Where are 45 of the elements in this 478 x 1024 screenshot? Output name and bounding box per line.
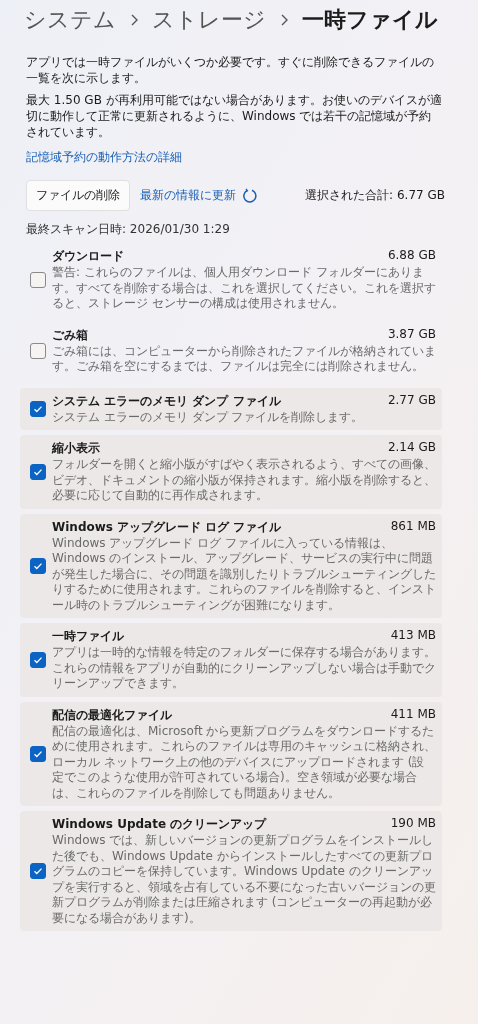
- category-size: 413 MB: [390, 628, 436, 644]
- breadcrumb-item[interactable]: システム: [24, 5, 116, 35]
- chevron-icon: [280, 14, 288, 26]
- checkbox[interactable]: [30, 342, 46, 359]
- last-scan-text: 最終スキャン日時: 2026/01/30 1:29: [26, 221, 231, 238]
- category-name: 縮小表示: [52, 440, 100, 457]
- delete-files-button[interactable]: ファイルの削除: [26, 180, 130, 211]
- checkbox[interactable]: [30, 400, 46, 417]
- category-name: ごみ箱: [52, 326, 88, 344]
- category-name: システム エラーのメモリ ダンプ ファイル: [52, 392, 281, 410]
- category-description: 警告: これらのファイルは、個人用ダウンロード フォルダーにあります。すべてを削除する場合は、これを選択してください。これを選択すると、ストレージ センサーの構成は使用されません。: [52, 265, 436, 312]
- category-description: フォルダーを開くと縮小版がすばやく表示されるよう、すべての画像、ビデオ、ドキュメントの縮小版が保持されます。縮小版を削除すると、必要に応じて自動的に再作成されます。: [52, 457, 436, 504]
- checkbox[interactable]: [30, 651, 46, 668]
- category-size: 2.77 GB: [387, 392, 436, 409]
- breadcrumb-item: 一時ファイル: [302, 6, 438, 34]
- checkbox[interactable]: [30, 863, 46, 879]
- category-size: 2.14 GB: [387, 440, 436, 456]
- breadcrumb-item[interactable]: ストレージ: [152, 5, 266, 35]
- category-description: 配信の最適化は、Microsoft から更新プログラムをダウンロードするために使用されます。これらのファイルは専用のキャッシュに格納され、ローカル ネットワーク上の他のデバイスにアップロードされます (設定でこのような使用が許可されている場合)。空き領域が必要な場合は、これらのファイルを削除しても問題ありません。: [52, 723, 436, 801]
- refresh-icon: [242, 187, 258, 204]
- category-size: 190 MB: [390, 816, 436, 832]
- description-text: アプリでは一時ファイルがいくつか必要です。すぐに削除できるファイルの一覧を次に示します。: [26, 54, 435, 86]
- category-size: 861 MB: [390, 518, 436, 535]
- learn-more-link[interactable]: 記憶域予約の動作方法の詳細: [26, 149, 182, 166]
- category-name: Windows アップグレード ログ ファイル: [52, 518, 282, 536]
- selected-total: 選択された合計: 6.77 GB: [305, 187, 445, 204]
- checkbox[interactable]: [30, 557, 46, 574]
- category-description: Windows アップグレード ログ ファイルに入っている情報は、Windows のインストール、アップグレード、サービスの実行中に問題が発生した場合に、その問題を識別したりトラブルシューティングしたりするために使用されます。これらのファイルを削除すると、インストール時のトラブルシューティングが困難になります。: [52, 535, 436, 613]
- category-size: 3.87 GB: [387, 326, 436, 343]
- category-size: 411 MB: [390, 706, 436, 723]
- category-description: システム エラーのメモリ ダンプ ファイルを削除します。: [52, 409, 365, 425]
- checkbox[interactable]: [30, 463, 46, 480]
- chevron-icon: [130, 14, 138, 26]
- category-name: 一時ファイル: [52, 628, 124, 645]
- category-name: 配信の最適化ファイル: [52, 706, 172, 724]
- category-description: ごみ箱には、コンピューターから削除されたファイルが格納されています。ごみ箱を空にするまでは、ファイルは完全には削除されません。: [52, 343, 436, 375]
- checkbox[interactable]: [30, 745, 46, 762]
- refresh-link[interactable]: 最新の情報に更新: [140, 187, 258, 204]
- category-description: Windows では、新しいバージョンの更新プログラムをインストールした後でも、Windows Update からインストールしたすべての更新プログラムのコピーを保持しています。Windows Update のクリーンアップを実行すると、領域を占有している不要になった古いバージョンの更新プログラムが削除または圧縮されます (コンピューターの再起動が必要になる場合があります)。: [52, 833, 436, 926]
- category-name: Windows Update のクリーンアップ: [52, 816, 267, 833]
- category-name: ダウンロード: [52, 248, 124, 265]
- checkbox[interactable]: [30, 271, 46, 288]
- category-description: アプリは一時的な情報を特定のフォルダーに保存する場合があります。これらの情報をアプリが自動的にクリーンアップしない場合は手動でクリーンアップできます。: [52, 645, 436, 692]
- category-size: 6.88 GB: [387, 248, 436, 264]
- description-text: 最大 1.50 GB が再利用可能ではない場合があります。お使いのデバイスが適切に動作して正常に更新されるように、Windows では若干の記憶域が予約されています。: [26, 92, 442, 140]
